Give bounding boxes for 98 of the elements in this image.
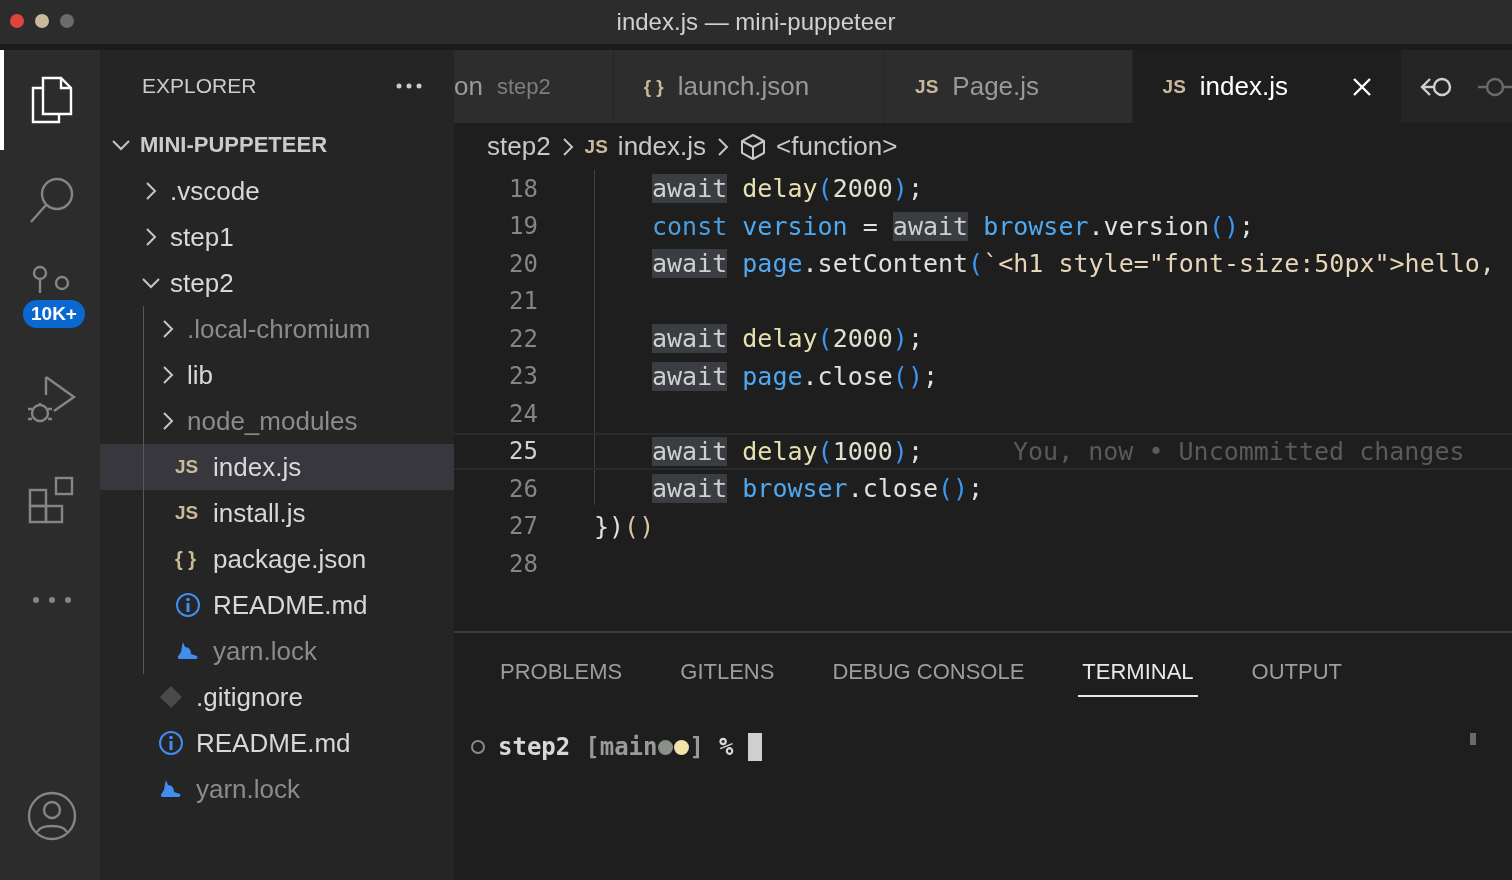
diamond-icon <box>158 684 184 710</box>
tab-label: Page.js <box>952 71 1040 102</box>
more-icon <box>32 596 72 604</box>
file-name: package.json <box>213 543 367 575</box>
line-number: 28 <box>508 549 538 578</box>
editor-tab[interactable]: { } launch.json <box>613 50 886 123</box>
files-icon <box>29 74 75 126</box>
workspace-header[interactable]: MINI-PUPPETEER <box>100 122 454 168</box>
blame-annotation: You, now • Uncommitted changes <box>1013 436 1465 466</box>
line-number: 20 <box>508 249 538 278</box>
file-row[interactable]: JS index.js <box>100 444 454 490</box>
tab-description: step2 <box>496 73 551 100</box>
file-row[interactable]: JS install.js <box>100 490 454 536</box>
panel-tab[interactable]: TERMINAL <box>1078 655 1198 697</box>
editor-tab[interactable]: JS index.js <box>1132 50 1402 123</box>
panel-tab[interactable]: GITLENS <box>676 655 779 697</box>
folder-name: .vscode <box>170 175 260 207</box>
file-type-icon: JS <box>175 502 201 524</box>
file-row[interactable]: README.md <box>100 720 454 766</box>
folder-name: .local-chromium <box>187 313 371 345</box>
panel-tab[interactable]: PROBLEMS <box>496 655 627 697</box>
tab-label: on <box>454 71 483 102</box>
panel-tab[interactable]: DEBUG CONSOLE <box>828 655 1029 697</box>
workspace-name: MINI-PUPPETEER <box>140 132 328 158</box>
file-type-icon: JS <box>1162 75 1186 98</box>
window-control-button[interactable] <box>35 14 49 28</box>
folder-row[interactable]: node_modules <box>100 398 454 444</box>
terminal-cursor <box>748 733 763 761</box>
window-control-button[interactable] <box>10 14 24 28</box>
file-row[interactable]: README.md <box>100 582 454 628</box>
code-line: const version = await browser.version(); <box>652 211 1255 241</box>
breadcrumb-item[interactable]: step2 <box>487 131 551 162</box>
folder-name: step1 <box>170 221 234 253</box>
window-title: index.js — mini-puppeteer <box>616 8 896 36</box>
code-line: await delay(2000); <box>652 174 923 204</box>
file-name: README.md <box>213 589 368 621</box>
code-line: await page.close(); <box>652 361 938 391</box>
file-row[interactable]: yarn.lock <box>100 628 454 674</box>
file-type-icon: JS <box>175 456 201 478</box>
account-icon <box>26 790 78 842</box>
line-number: 26 <box>508 474 538 503</box>
file-name: install.js <box>213 497 306 529</box>
prompt-symbol: % <box>718 733 734 761</box>
line-number: 19 <box>508 212 538 241</box>
line-number: 23 <box>508 362 538 391</box>
file-name: yarn.lock <box>213 635 318 667</box>
code-line: await browser.close(); <box>652 474 984 504</box>
file-name: index.js <box>213 451 302 483</box>
folder-name: step2 <box>170 267 234 299</box>
file-row[interactable]: .gitignore <box>100 674 454 720</box>
activity-bar-item[interactable]: 10K+ <box>0 250 100 350</box>
folder-row[interactable]: .local-chromium <box>100 306 454 352</box>
line-number: 21 <box>508 287 538 316</box>
code-line: await delay(1000); <box>652 436 923 466</box>
file-name: .gitignore <box>196 681 303 713</box>
line-number: 22 <box>508 324 538 353</box>
line-number: 18 <box>508 174 538 203</box>
more-icon[interactable] <box>396 83 422 89</box>
breadcrumb-item[interactable]: <function> <box>776 131 898 162</box>
code-line: })() <box>594 511 655 541</box>
scrollbar-thumb <box>1470 733 1476 745</box>
folder-row[interactable]: step2 <box>100 260 454 306</box>
folder-row[interactable]: step1 <box>100 214 454 260</box>
terminal-branch: [main <box>585 733 658 761</box>
circle-icon <box>470 739 486 755</box>
file-row[interactable]: yarn.lock <box>100 766 454 812</box>
file-name: yarn.lock <box>196 773 301 805</box>
tab-label: launch.json <box>677 71 810 102</box>
chevron-right-icon <box>716 135 730 158</box>
file-row[interactable]: { } package.json <box>100 536 454 582</box>
folder-row[interactable]: lib <box>100 352 454 398</box>
code-line: await delay(2000); <box>652 324 923 354</box>
count-badge: 10K+ <box>23 300 85 328</box>
info-icon <box>175 592 201 618</box>
cube-icon <box>740 132 766 161</box>
chevron-right-icon <box>560 135 575 158</box>
folder-name: node_modules <box>187 405 358 437</box>
breadcrumb-item[interactable]: index.js <box>617 131 706 162</box>
sidebar-title: EXPLORER <box>142 74 257 98</box>
terminal-directory: step2 <box>498 733 571 761</box>
panel-tab[interactable]: OUTPUT <box>1247 655 1347 697</box>
file-type-icon: JS <box>915 75 939 98</box>
folder-row[interactable]: .vscode <box>100 168 454 214</box>
line-number: 24 <box>508 399 538 428</box>
line-number: 25 <box>508 437 538 466</box>
file-type-icon: { } <box>175 547 201 571</box>
file-type-icon: JS <box>584 135 608 158</box>
line-number: 27 <box>508 512 538 541</box>
folder-name: lib <box>187 359 213 391</box>
close-icon[interactable] <box>1353 77 1371 96</box>
tab-label: index.js <box>1199 71 1288 102</box>
editor-tab[interactable]: on step2 <box>454 50 614 123</box>
terminal-bracket: ] <box>689 733 704 761</box>
editor-tab[interactable]: JS Page.js <box>885 50 1133 123</box>
info-icon <box>158 730 184 756</box>
file-name: README.md <box>196 727 351 759</box>
code-line: await page.setContent(`<h1 style="font-size:50px">hello, <box>652 249 1495 279</box>
file-type-icon: { } <box>643 75 664 98</box>
